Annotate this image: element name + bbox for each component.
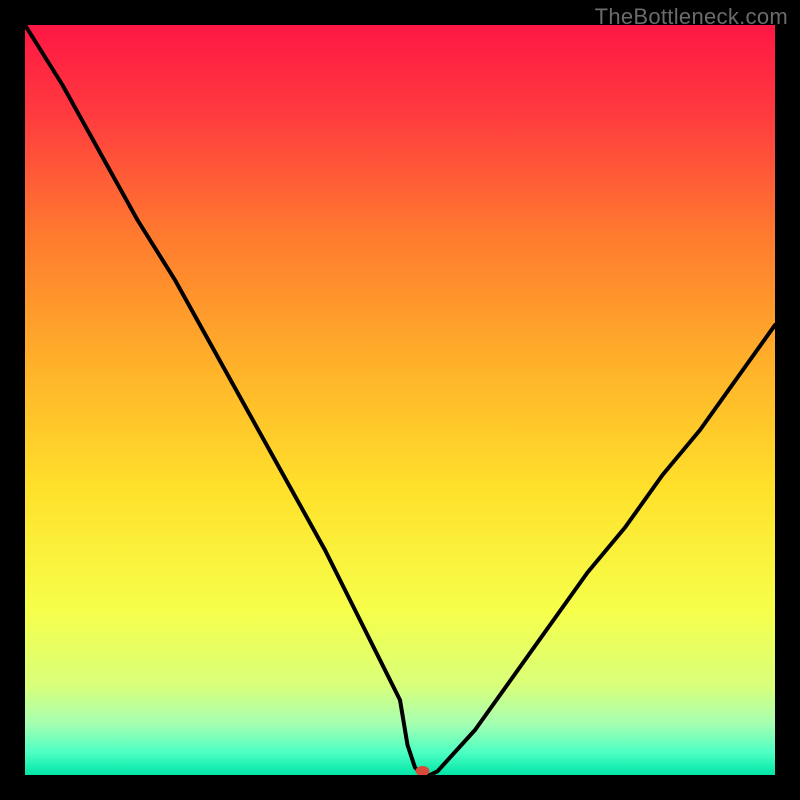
chart-frame: TheBottleneck.com: [0, 0, 800, 800]
watermark-label: TheBottleneck.com: [595, 4, 788, 30]
chart-svg: [25, 25, 775, 775]
chart-background: [25, 25, 775, 775]
bottleneck-chart: [25, 25, 775, 775]
